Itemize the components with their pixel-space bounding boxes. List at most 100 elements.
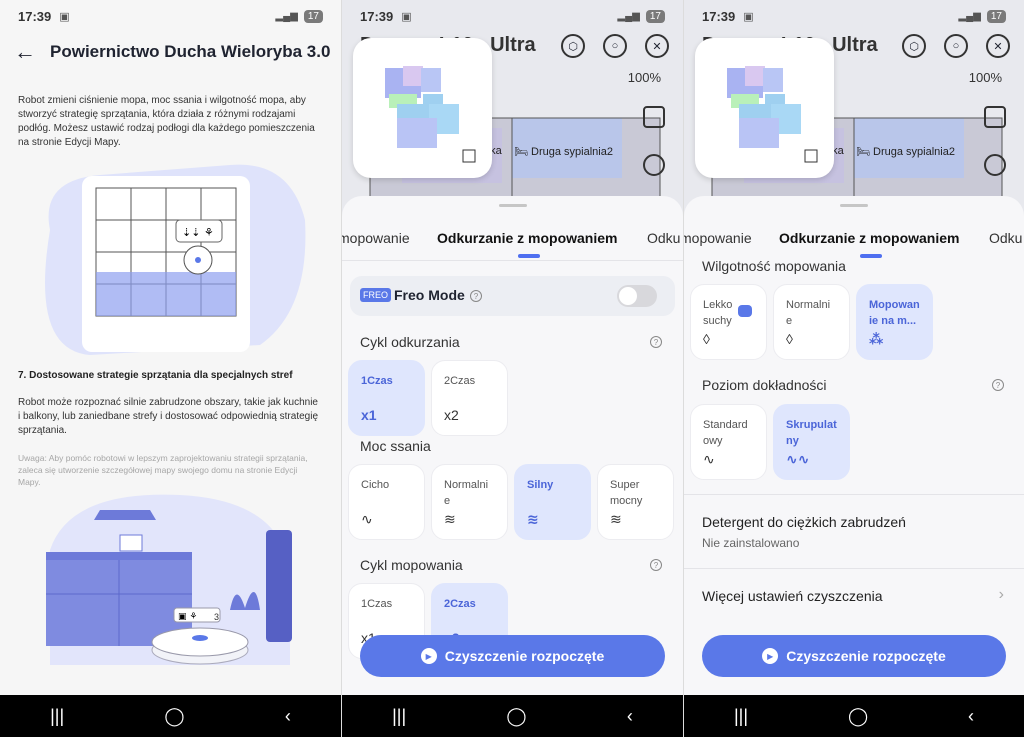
map-edit-icon[interactable]	[643, 106, 665, 128]
wind-max-icon: ≋	[610, 511, 622, 527]
vacuum-cycle-option-2[interactable]: 2Czas x2	[431, 360, 508, 436]
suction-option-max[interactable]: Super mocny ≋	[597, 464, 674, 540]
search-icon[interactable]: ○	[944, 34, 968, 58]
tab-vacuum-and-mop[interactable]: Odkurzanie z mopowaniem	[779, 230, 959, 246]
home-icon[interactable]: ◯	[164, 706, 184, 727]
start-cleaning-button[interactable]: ▶ Czyszczenie rozpoczęte	[360, 635, 665, 677]
tab-vacuum[interactable]: Odku	[989, 230, 1022, 246]
signal-icon: ▂▄▆	[958, 10, 981, 22]
sheet-handle[interactable]	[498, 204, 527, 207]
suction-option-normal[interactable]: Normalni e ≋	[431, 464, 508, 540]
back-nav-icon[interactable]: ‹	[627, 706, 633, 727]
battery-badge: 17	[645, 9, 665, 23]
back-nav-icon[interactable]: ‹	[968, 706, 974, 727]
suction-option-strong[interactable]: Silny ≋	[514, 464, 591, 540]
option-label: Normalni e	[444, 479, 489, 507]
times-2-icon: x2	[444, 407, 459, 423]
start-cleaning-label: Czyszczenie rozpoczęte	[444, 648, 605, 664]
tab-mopping[interactable]: mopowanie	[684, 230, 752, 246]
start-cleaning-label: Czyszczenie rozpoczęte	[786, 648, 946, 664]
tab-mopping[interactable]: mopowanie	[342, 230, 410, 246]
home-icon[interactable]: ◯	[506, 706, 526, 727]
suction-option-quiet[interactable]: Cicho ∿	[348, 464, 425, 540]
camera-icon[interactable]	[643, 154, 665, 176]
humidity-option-custom[interactable]: Mopowan ie na m... ⁂	[856, 284, 933, 360]
map-thumbnail-image	[727, 66, 818, 163]
close-icon[interactable]: ✕	[986, 34, 1010, 58]
vacuum-cycle-label: Cykl odkurzania	[360, 334, 460, 350]
vacuum-cycle-option-1[interactable]: 1Czas x1	[348, 360, 425, 436]
play-icon: ▶	[762, 648, 779, 664]
option-label: 2Czas	[444, 598, 476, 610]
option-label: 2Czas	[444, 375, 476, 387]
divider	[684, 568, 1024, 569]
sheet-handle[interactable]	[840, 204, 868, 207]
option-label: Skrupulat ny	[786, 419, 837, 447]
map-thumbnail-image	[385, 66, 476, 163]
cleaning-settings-panel-2: 17:39 ▣ ▂▄▆17 Dreame L10s Ultra ⬡ ○ ✕ 10…	[684, 0, 1024, 737]
option-label: Standard owy	[703, 419, 748, 447]
search-icon[interactable]: ○	[603, 34, 627, 58]
kitchen-illustration: ▣ ⚘	[46, 494, 292, 665]
recents-icon[interactable]: |||	[734, 706, 748, 727]
camera-icon[interactable]	[984, 154, 1006, 176]
detergent-title: Detergent do ciężkich zabrudzeń	[702, 514, 906, 530]
map-thumbnail[interactable]	[353, 38, 492, 178]
mode-tabs: mopowanie Odkurzanie z mopowaniem Odku	[342, 230, 683, 260]
help-icon[interactable]: ?	[650, 559, 662, 571]
signal-icon: ▂▄▆	[275, 10, 298, 22]
settings-hex-icon[interactable]: ⬡	[902, 34, 926, 58]
help-icon[interactable]: ?	[992, 379, 1004, 391]
status-time: 17:39	[702, 8, 736, 24]
wind-high-icon: ≋	[527, 511, 539, 527]
recents-icon[interactable]: |||	[50, 706, 64, 727]
close-icon[interactable]: ✕	[645, 34, 669, 58]
note-text: Uwaga: Aby pomóc robotowi w lepszym zapr…	[18, 453, 308, 487]
detergent-status: Nie zainstalowano	[702, 536, 800, 550]
settings-hex-icon[interactable]: ⬡	[561, 34, 585, 58]
humidity-option-normal[interactable]: Normalni e ◊	[773, 284, 850, 360]
battery-percent: 100%	[627, 70, 661, 85]
mop-path-icon: ∿	[703, 451, 715, 467]
system-nav-bar: ||| ◯ ‹	[342, 695, 683, 737]
option-label: Normalni e	[786, 299, 831, 327]
humidity-option-light[interactable]: Lekko suchy ◊	[690, 284, 767, 360]
badge-icon	[738, 305, 752, 317]
wind-mid-icon: ≋	[444, 511, 456, 527]
screenshot-icon: ▣	[743, 10, 754, 23]
system-nav-bar: ||| ◯ ‹	[0, 695, 341, 737]
back-arrow-icon[interactable]: ←	[14, 39, 36, 65]
map-thumbnail[interactable]	[695, 38, 834, 178]
tab-vacuum-and-mop[interactable]: Odkurzanie z mopowaniem	[437, 230, 617, 246]
precision-level-label: Poziom dokładności	[702, 377, 827, 393]
svg-text:▣ ⚘: ▣ ⚘	[178, 612, 197, 622]
battery-percent: 100%	[968, 70, 1002, 85]
paragraph-special-zones: Robot może rozpoznać silnie zabrudzone o…	[18, 397, 318, 436]
home-icon[interactable]: ◯	[848, 706, 868, 727]
drop-icon: ◊	[703, 331, 710, 347]
more-settings-label: Więcej ustawień czyszczenia	[702, 588, 883, 604]
precision-option-thorough[interactable]: Skrupulat ny ∿∿	[773, 404, 850, 480]
help-icon[interactable]: ?	[650, 336, 662, 348]
map-toolbar: ⬡ ○ ✕	[902, 34, 1010, 58]
map-edit-icon[interactable]	[984, 106, 1006, 128]
option-label: 1Czas	[361, 598, 393, 610]
chevron-right-icon: ›	[998, 586, 1004, 603]
freo-mode-toggle[interactable]	[617, 285, 657, 307]
screenshot-icon: ▣	[401, 10, 412, 23]
mode-tabs: mopowanie Odkurzanie z mopowaniem Odku	[684, 230, 1024, 260]
precision-option-standard[interactable]: Standard owy ∿	[690, 404, 767, 480]
back-nav-icon[interactable]: ‹	[285, 706, 291, 727]
tab-vacuum[interactable]: Odku	[647, 230, 680, 246]
detergent-row[interactable]: Detergent do ciężkich zabrudzeń Nie zain…	[702, 514, 1014, 550]
page-title: Powiernictwo Ducha Wieloryba 3.0	[50, 42, 331, 61]
battery-badge: 17	[303, 9, 323, 23]
drops-icon: ◊	[786, 331, 793, 347]
status-bar: 17:39 ▣ ▂▄▆ 17	[0, 0, 341, 32]
more-settings-row[interactable]: Więcej ustawień czyszczenia	[702, 588, 1014, 604]
recents-icon[interactable]: |||	[392, 706, 406, 727]
help-icon[interactable]: ?	[470, 290, 482, 302]
cleaning-settings-panel-1: 17:39 ▣ ▂▄▆17 Dreame L10s Ultra ⬡ ○ ✕ 10…	[342, 0, 683, 737]
start-cleaning-button[interactable]: ▶ Czyszczenie rozpoczęte	[702, 635, 1006, 677]
room-label-bedroom2: 🛏 Druga sypialnia2	[514, 146, 613, 158]
